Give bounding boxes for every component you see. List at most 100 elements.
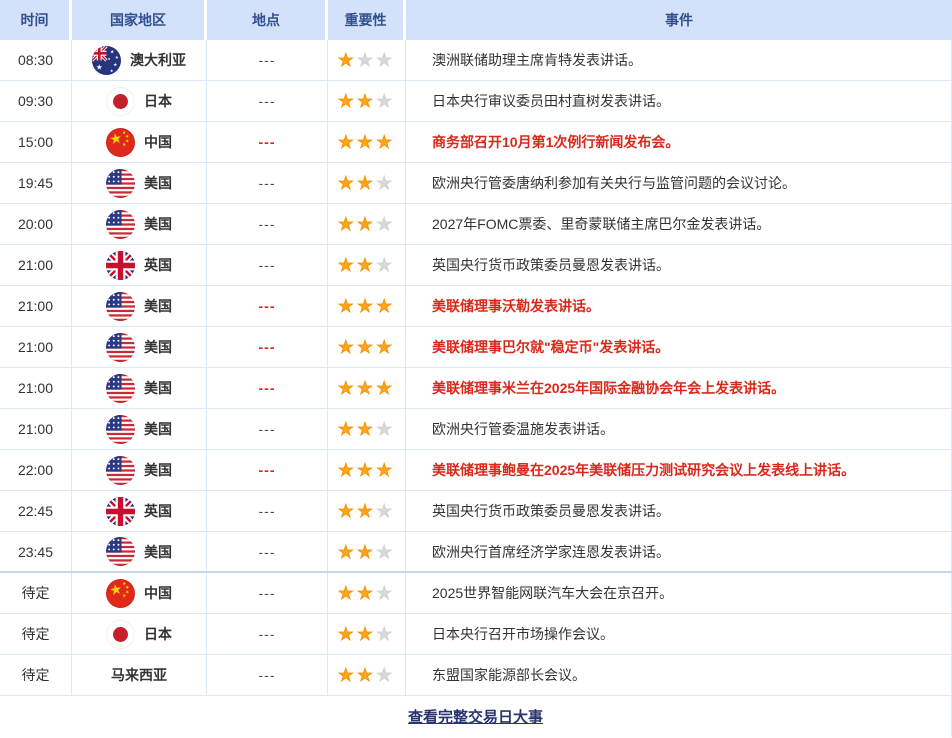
location-cell: --- <box>207 450 328 490</box>
country-label: 美国 <box>144 173 172 193</box>
table-header-row: 时间 国家地区 地点 重要性 事件 <box>0 0 952 40</box>
uk-flag-icon <box>106 497 135 526</box>
event-text: 美联储理事米兰在2025年国际金融协会年会上发表讲话。 <box>406 368 952 408</box>
table-body: 08:30 澳大利亚 --- ★★★ 澳洲联储助理主席肯特发表讲话。 09:30… <box>0 40 952 696</box>
country-label: 美国 <box>144 296 172 316</box>
event-text: 英国央行货币政策委员曼恩发表讲话。 <box>406 245 952 285</box>
table-row: 21:00 美国 --- ★★★ 美联储理事沃勒发表讲话。 <box>0 286 952 327</box>
table-row: 20:00 美国 --- ★★★ 2027年FOMC票委、里奇蒙联储主席巴尔金发… <box>0 204 952 245</box>
country-label: 澳大利亚 <box>130 50 186 70</box>
star-icon: ★ <box>357 583 376 603</box>
star-icon: ★ <box>357 50 376 70</box>
star-icon: ★ <box>338 337 357 357</box>
location-cell: --- <box>207 122 328 162</box>
country-cell: 中国 <box>72 573 207 613</box>
time-cell: 21:00 <box>0 245 72 285</box>
event-text: 商务部召开10月第1次例行新闻发布会。 <box>406 122 952 162</box>
country-cell: 美国 <box>72 532 207 571</box>
column-header-importance: 重要性 <box>328 0 406 40</box>
location-cell: --- <box>207 573 328 613</box>
event-text: 美联储理事鲍曼在2025年美联储压力测试研究会议上发表线上讲话。 <box>406 450 952 490</box>
star-icon: ★ <box>338 624 357 644</box>
time-cell: 23:45 <box>0 532 72 571</box>
column-header-event: 事件 <box>406 0 952 40</box>
importance-cell: ★★★ <box>328 573 406 613</box>
importance-cell: ★★★ <box>328 409 406 449</box>
usa-flag-icon <box>106 292 135 321</box>
importance-cell: ★★★ <box>328 532 406 571</box>
table-row: 08:30 澳大利亚 --- ★★★ 澳洲联储助理主席肯特发表讲话。 <box>0 40 952 81</box>
star-icon: ★ <box>357 378 376 398</box>
economic-calendar: 时间 国家地区 地点 重要性 事件 08:30 澳大利亚 --- ★★★ 澳洲联… <box>0 0 952 738</box>
time-cell: 21:00 <box>0 368 72 408</box>
star-icon: ★ <box>376 583 395 603</box>
star-icon: ★ <box>357 296 376 316</box>
star-icon: ★ <box>357 132 376 152</box>
table-row: 21:00 英国 --- ★★★ 英国央行货币政策委员曼恩发表讲话。 <box>0 245 952 286</box>
star-icon: ★ <box>357 665 376 685</box>
event-text: 澳洲联储助理主席肯特发表讲话。 <box>406 40 952 80</box>
location-cell: --- <box>207 368 328 408</box>
importance-cell: ★★★ <box>328 81 406 121</box>
event-text: 欧洲央行管委唐纳利参加有关央行与监管问题的会议讨论。 <box>406 163 952 203</box>
star-icon: ★ <box>357 542 376 562</box>
importance-cell: ★★★ <box>328 614 406 654</box>
table-row: 21:00 美国 --- ★★★ 美联储理事巴尔就"稳定币"发表讲话。 <box>0 327 952 368</box>
star-icon: ★ <box>376 50 395 70</box>
table-row: 待定 中国 --- ★★★ 2025世界智能网联汽车大会在京召开。 <box>0 573 952 614</box>
country-label: 日本 <box>144 624 172 644</box>
table-row: 待定 日本 --- ★★★ 日本央行召开市场操作会议。 <box>0 614 952 655</box>
time-cell: 21:00 <box>0 327 72 367</box>
star-icon: ★ <box>357 214 376 234</box>
country-cell: 美国 <box>72 286 207 326</box>
star-icon: ★ <box>338 542 357 562</box>
country-cell: 美国 <box>72 450 207 490</box>
japan-flag-icon <box>106 620 135 649</box>
star-icon: ★ <box>338 50 357 70</box>
column-header-location: 地点 <box>207 0 328 40</box>
star-icon: ★ <box>357 255 376 275</box>
location-cell: --- <box>207 491 328 531</box>
table-row: 19:45 美国 --- ★★★ 欧洲央行管委唐纳利参加有关央行与监管问题的会议… <box>0 163 952 204</box>
event-text: 日本央行召开市场操作会议。 <box>406 614 952 654</box>
star-icon: ★ <box>338 501 357 521</box>
time-cell: 22:00 <box>0 450 72 490</box>
star-icon: ★ <box>338 214 357 234</box>
star-icon: ★ <box>376 501 395 521</box>
column-header-time: 时间 <box>0 0 72 40</box>
country-cell: 美国 <box>72 409 207 449</box>
star-icon: ★ <box>357 91 376 111</box>
importance-cell: ★★★ <box>328 40 406 80</box>
importance-cell: ★★★ <box>328 286 406 326</box>
country-cell: 英国 <box>72 491 207 531</box>
table-row: 22:00 美国 --- ★★★ 美联储理事鲍曼在2025年美联储压力测试研究会… <box>0 450 952 491</box>
time-cell: 待定 <box>0 655 72 695</box>
star-icon: ★ <box>338 91 357 111</box>
usa-flag-icon <box>106 374 135 403</box>
star-icon: ★ <box>357 337 376 357</box>
time-cell: 09:30 <box>0 81 72 121</box>
table-row: 15:00 中国 --- ★★★ 商务部召开10月第1次例行新闻发布会。 <box>0 122 952 163</box>
country-cell: 日本 <box>72 81 207 121</box>
usa-flag-icon <box>106 333 135 362</box>
event-text: 欧洲央行首席经济学家连恩发表讲话。 <box>406 532 952 571</box>
time-cell: 待定 <box>0 614 72 654</box>
china-flag-icon <box>106 579 135 608</box>
location-cell: --- <box>207 655 328 695</box>
view-full-trading-day-link[interactable]: 查看完整交易日大事 <box>408 706 543 727</box>
importance-cell: ★★★ <box>328 245 406 285</box>
time-cell: 21:00 <box>0 409 72 449</box>
importance-cell: ★★★ <box>328 491 406 531</box>
star-icon: ★ <box>338 460 357 480</box>
location-cell: --- <box>207 81 328 121</box>
country-label: 英国 <box>144 255 172 275</box>
country-cell: 中国 <box>72 122 207 162</box>
table-footer: 查看完整交易日大事 <box>0 696 952 737</box>
japan-flag-icon <box>106 87 135 116</box>
country-cell: 英国 <box>72 245 207 285</box>
table-row: 22:45 英国 --- ★★★ 英国央行货币政策委员曼恩发表讲话。 <box>0 491 952 532</box>
star-icon: ★ <box>357 173 376 193</box>
country-label: 中国 <box>144 583 172 603</box>
usa-flag-icon <box>106 415 135 444</box>
importance-cell: ★★★ <box>328 163 406 203</box>
